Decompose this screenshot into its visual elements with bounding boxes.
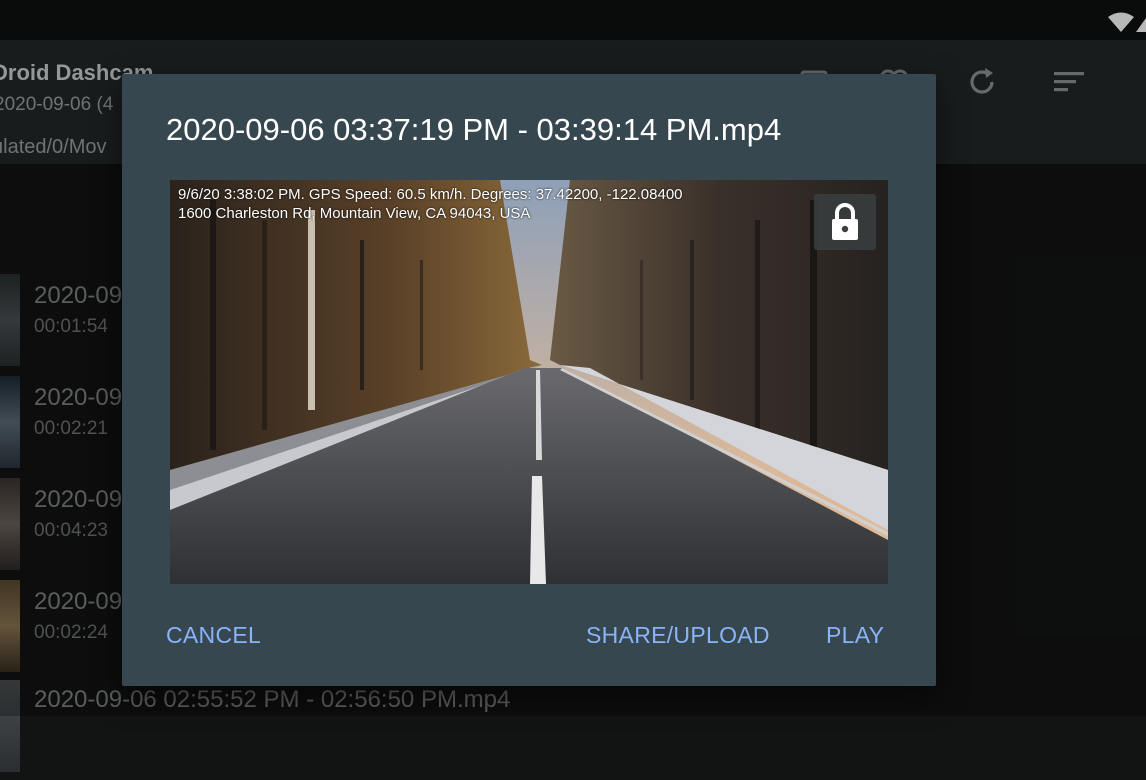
lock-icon: [832, 203, 858, 240]
road-scene-image: [170, 180, 888, 584]
dialog-title: 2020-09-06 03:37:19 PM - 03:39:14 PM.mp4: [166, 112, 782, 147]
video-dialog: 2020-09-06 03:37:19 PM - 03:39:14 PM.mp4: [122, 74, 936, 686]
lock-button[interactable]: [814, 194, 876, 250]
gps-overlay-text: 9/6/20 3:38:02 PM. GPS Speed: 60.5 km/h.…: [178, 186, 683, 203]
address-overlay-text: 1600 Charleston Rd, Mountain View, CA 94…: [178, 205, 531, 222]
play-button[interactable]: PLAY: [826, 622, 884, 649]
video-preview[interactable]: 9/6/20 3:38:02 PM. GPS Speed: 60.5 km/h.…: [170, 180, 888, 584]
cancel-button[interactable]: CANCEL: [166, 622, 261, 649]
share-upload-button[interactable]: SHARE/UPLOAD: [586, 622, 770, 649]
